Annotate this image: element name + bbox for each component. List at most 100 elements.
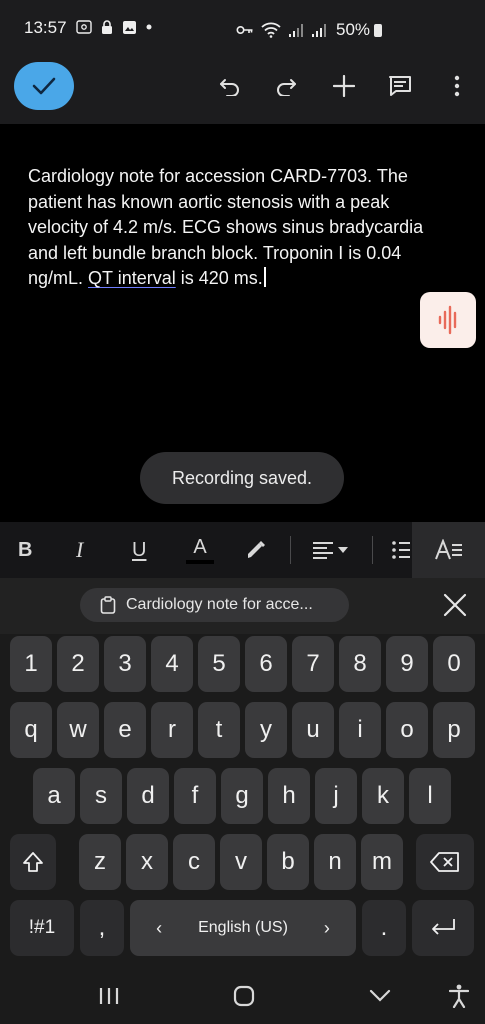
text-style-button[interactable]: [412, 522, 485, 578]
letter-key-label: d: [141, 782, 155, 809]
done-button[interactable]: [14, 62, 74, 110]
align-left-icon: [313, 542, 333, 559]
comment-button[interactable]: [386, 72, 414, 100]
hide-keyboard-button[interactable]: [367, 983, 393, 1009]
number-key-label: 3: [118, 650, 132, 677]
backspace-icon: [430, 852, 459, 872]
bold-button[interactable]: B: [18, 534, 32, 566]
letter-key[interactable]: n: [314, 834, 356, 890]
symbols-key[interactable]: !#1: [10, 900, 74, 956]
number-key[interactable]: 4: [151, 636, 193, 692]
letter-key[interactable]: i: [339, 702, 381, 758]
letter-key[interactable]: k: [362, 768, 404, 824]
number-key-label: 4: [165, 650, 179, 677]
letter-key[interactable]: y: [245, 702, 287, 758]
underline-button[interactable]: U: [132, 534, 146, 566]
clipboard-suggestion-chip[interactable]: Cardiology note for acce...: [80, 588, 349, 622]
dropdown-arrow-icon: [338, 547, 348, 553]
number-key-label: 7: [306, 650, 320, 677]
lock-icon: [102, 19, 112, 34]
letter-key-label: a: [47, 782, 61, 809]
letter-key[interactable]: w: [57, 702, 99, 758]
number-key[interactable]: 8: [339, 636, 381, 692]
letter-key-label: i: [357, 716, 363, 743]
number-key[interactable]: 5: [198, 636, 240, 692]
letter-key[interactable]: q: [10, 702, 52, 758]
letter-key[interactable]: t: [198, 702, 240, 758]
align-button[interactable]: [312, 534, 348, 566]
letter-key-label: c: [188, 848, 200, 875]
number-key[interactable]: 2: [57, 636, 99, 692]
letter-key[interactable]: d: [127, 768, 169, 824]
letter-key[interactable]: a: [33, 768, 75, 824]
letter-key[interactable]: h: [268, 768, 310, 824]
number-key[interactable]: 0: [433, 636, 475, 692]
redo-button[interactable]: [272, 72, 300, 100]
enter-icon: [432, 919, 455, 935]
shift-icon: [23, 852, 43, 872]
shift-key[interactable]: [10, 834, 56, 890]
home-button[interactable]: [231, 983, 257, 1009]
signal-icon: [312, 23, 326, 37]
letter-key[interactable]: x: [126, 834, 168, 890]
space-key[interactable]: ‹ English (US) ›: [130, 900, 356, 956]
symbols-key-label: !#1: [28, 917, 56, 938]
letter-key[interactable]: e: [104, 702, 146, 758]
format-toolbar: B I U A: [0, 522, 485, 578]
editor-toolbar: [0, 58, 485, 124]
number-key-label: 9: [400, 650, 414, 677]
voice-recording-button[interactable]: [420, 292, 476, 348]
close-suggestions-button[interactable]: [442, 592, 468, 618]
letter-key[interactable]: z: [79, 834, 121, 890]
letter-key[interactable]: f: [174, 768, 216, 824]
comma-key[interactable]: ,: [80, 900, 124, 956]
text-color-swatch: [186, 560, 214, 564]
period-key[interactable]: .: [362, 900, 406, 956]
text-color-button[interactable]: A: [186, 534, 214, 566]
note-body[interactable]: Cardiology note for accession CARD-7703.…: [28, 164, 448, 292]
bullet-list-button[interactable]: [392, 534, 410, 566]
image-icon: [123, 20, 136, 34]
letter-key-label: b: [281, 848, 295, 875]
letter-key[interactable]: m: [361, 834, 403, 890]
undo-button[interactable]: [216, 72, 244, 100]
letter-key[interactable]: b: [267, 834, 309, 890]
letter-key[interactable]: l: [409, 768, 451, 824]
letter-key[interactable]: g: [221, 768, 263, 824]
recent-apps-button[interactable]: [96, 983, 122, 1009]
number-key[interactable]: 9: [386, 636, 428, 692]
letter-key-label: t: [215, 716, 223, 743]
clipboard-icon: [100, 596, 116, 614]
format-divider: [372, 536, 373, 564]
number-key[interactable]: 1: [10, 636, 52, 692]
underline-label: U: [132, 538, 147, 561]
number-key[interactable]: 6: [245, 636, 287, 692]
letter-key-label: n: [328, 848, 342, 875]
letter-key[interactable]: j: [315, 768, 357, 824]
enter-key[interactable]: [412, 900, 474, 956]
letter-key[interactable]: o: [386, 702, 428, 758]
number-key[interactable]: 3: [104, 636, 146, 692]
letter-key-label: l: [427, 782, 433, 809]
accessibility-button[interactable]: [446, 983, 472, 1009]
insert-button[interactable]: [330, 72, 358, 100]
letter-key[interactable]: c: [173, 834, 215, 890]
undo-icon: [220, 79, 239, 96]
document-editor[interactable]: Cardiology note for accession CARD-7703.…: [0, 124, 485, 522]
battery-icon: [374, 23, 383, 37]
letter-key[interactable]: r: [151, 702, 193, 758]
letter-key-label: f: [191, 782, 199, 809]
plus-icon: [333, 75, 355, 97]
italic-button[interactable]: I: [76, 534, 83, 566]
letter-key[interactable]: u: [292, 702, 334, 758]
recent-apps-icon: [99, 988, 119, 1004]
letter-key[interactable]: p: [433, 702, 475, 758]
backspace-key[interactable]: [416, 834, 474, 890]
highlight-button[interactable]: [244, 534, 268, 566]
letter-key[interactable]: v: [220, 834, 262, 890]
number-key-label: 2: [71, 650, 85, 677]
home-icon: [233, 985, 255, 1007]
letter-key[interactable]: s: [80, 768, 122, 824]
more-options-button[interactable]: [443, 72, 471, 100]
number-key[interactable]: 7: [292, 636, 334, 692]
